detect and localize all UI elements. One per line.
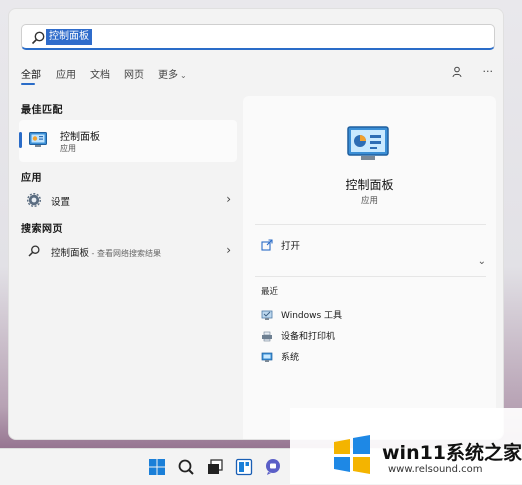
tab-documents[interactable]: 文档 xyxy=(90,66,110,81)
tab-more[interactable]: 更多 ⌄ xyxy=(158,66,187,81)
search-icon[interactable] xyxy=(177,458,195,476)
search-icon xyxy=(28,245,40,257)
chevron-right-icon[interactable]: › xyxy=(226,243,231,257)
apps-heading: 应用 xyxy=(21,173,42,184)
control-panel-large-icon xyxy=(347,126,389,160)
tab-web[interactable]: 网页 xyxy=(124,66,144,81)
tab-active-indicator xyxy=(21,83,35,85)
best-match-subtitle: 应用 xyxy=(60,144,76,153)
windows-start-icon[interactable] xyxy=(148,458,166,476)
chat-icon[interactable] xyxy=(264,458,282,476)
web-result-suffix: - 查看网络搜索结果 xyxy=(89,249,161,258)
windows-tools-icon xyxy=(261,310,273,320)
chevron-down-icon[interactable]: ⌄ xyxy=(478,256,486,267)
system-icon xyxy=(261,352,273,362)
best-match-result[interactable]: 控制面板 应用 xyxy=(19,120,237,162)
search-box[interactable]: 控制面板 xyxy=(21,24,495,50)
divider xyxy=(255,276,486,277)
divider xyxy=(255,224,486,225)
chevron-down-icon: ⌄ xyxy=(180,71,187,80)
settings-label: 设置 xyxy=(51,197,71,208)
recent-item-label: 系统 xyxy=(281,353,300,363)
gear-icon xyxy=(27,193,41,207)
best-match-heading: 最佳匹配 xyxy=(21,105,63,116)
best-match-title: 控制面板 xyxy=(60,132,100,143)
search-input[interactable]: 控制面板 xyxy=(46,29,92,45)
windows-logo-icon xyxy=(334,435,370,474)
recent-item-label: 设备和打印机 xyxy=(281,332,336,342)
tab-apps[interactable]: 应用 xyxy=(56,66,76,81)
search-icon xyxy=(31,31,45,45)
widgets-icon[interactable] xyxy=(235,458,253,476)
chevron-right-icon[interactable]: › xyxy=(226,192,231,206)
web-result-label: 控制面板 - 查看网络搜索结果 xyxy=(51,248,161,259)
more-options-icon[interactable]: ··· xyxy=(483,65,494,78)
watermark-title: win11系统之家 xyxy=(382,442,522,464)
watermark-url: www.relsound.com xyxy=(388,464,483,475)
site-watermark: win11系统之家 www.relsound.com xyxy=(290,408,522,484)
web-result[interactable]: 控制面板 - 查看网络搜索结果 › xyxy=(19,240,237,262)
preview-pane: 控制面板 应用 打开 ⌄ 最近 Windows 工具 设备和打印机 系统 xyxy=(243,96,496,439)
control-panel-icon xyxy=(29,132,47,147)
share-account-icon[interactable] xyxy=(451,66,463,78)
recent-item-label: Windows 工具 xyxy=(281,311,343,321)
recent-heading: 最近 xyxy=(261,287,279,297)
selection-indicator xyxy=(19,132,22,148)
open-label: 打开 xyxy=(281,241,301,252)
web-search-heading: 搜索网页 xyxy=(21,224,63,235)
preview-subtitle: 应用 xyxy=(360,196,378,206)
app-result-settings[interactable]: 设置 › xyxy=(19,189,237,211)
search-flyout: 控制面板 全部 应用 文档 网页 更多 ⌄ ··· 最佳匹配 控制面板 应用 应用 xyxy=(8,8,504,440)
tab-all[interactable]: 全部 xyxy=(21,66,41,81)
open-external-icon xyxy=(261,239,273,251)
devices-printers-icon xyxy=(262,331,272,342)
task-view-icon[interactable] xyxy=(206,458,224,476)
preview-title: 控制面板 xyxy=(345,178,394,192)
